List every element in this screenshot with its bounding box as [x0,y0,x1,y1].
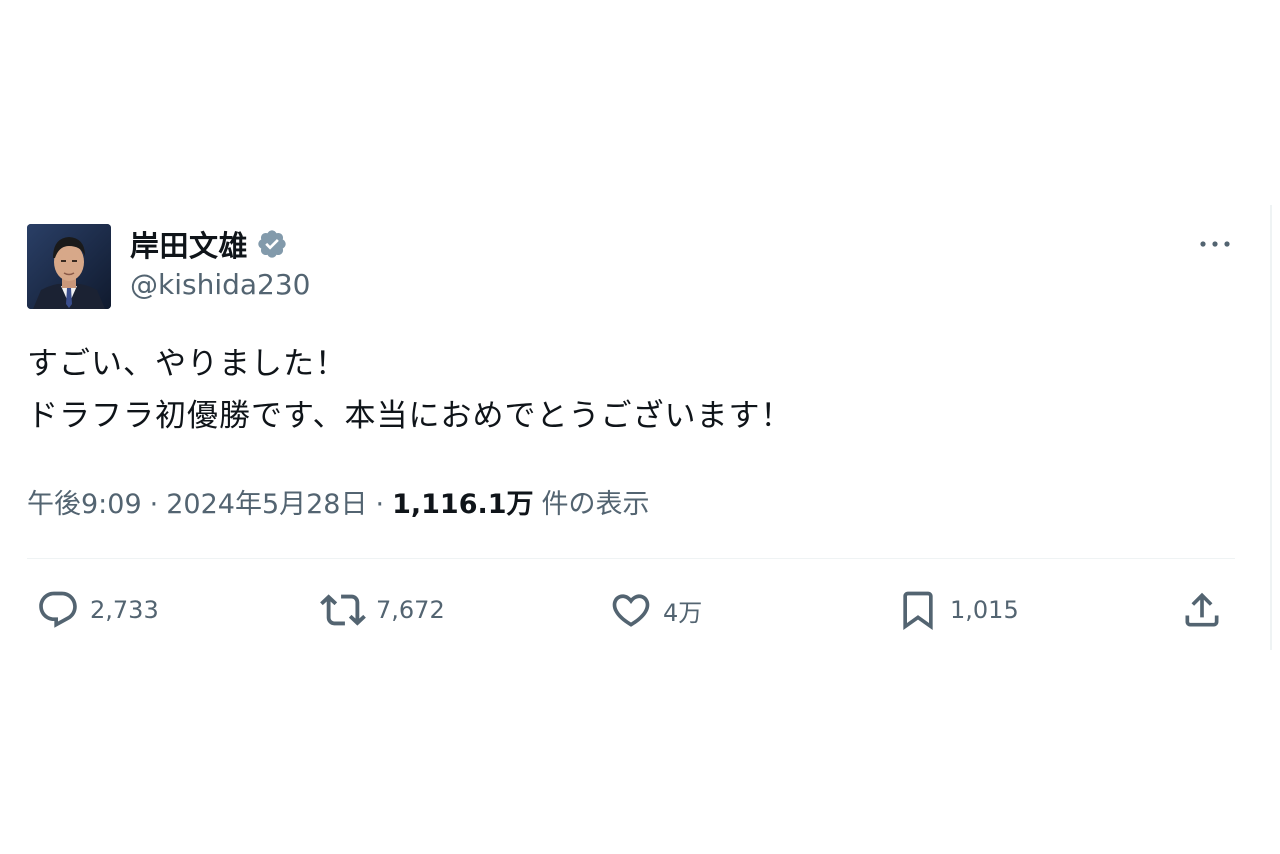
divider [27,558,1235,559]
meta-separator: · [149,489,159,520]
share-button[interactable] [1180,588,1224,632]
tweet-date[interactable]: 2024年5月28日 [166,482,367,521]
bookmark-button[interactable]: 1,015 [896,588,1019,632]
retweet-icon [320,594,366,626]
bookmark-icon [903,591,933,631]
display-name[interactable]: 岸田文雄 [130,223,248,265]
reply-icon [39,591,77,628]
tweet-text: すごい、やりました！ ドラフラ初優勝です、本当におめでとうございます！ [27,338,1227,442]
like-count: 4万 [663,598,703,627]
heart-icon [612,594,650,627]
tweet-text-line-1: すごい、やりました！ [27,346,347,382]
reply-count: 2,733 [90,596,159,624]
tweet-card: 岸田文雄 @kishida230 すごい、やりました！ ドラフラ初優勝です、本当… [0,0,1280,854]
share-icon [1185,592,1219,627]
views-label: 件の表示 [541,489,650,520]
more-icon[interactable] [1195,230,1235,258]
views-count: 1,116.1万 [392,489,534,520]
tweet-text-line-2: ドラフラ初優勝です、本当におめでとうございます！ [27,398,793,434]
avatar[interactable] [27,224,111,309]
display-name-row: 岸田文雄 [130,224,288,264]
like-button[interactable]: 4万 [609,588,702,632]
reply-button[interactable]: 2,733 [36,588,159,632]
retweet-button[interactable]: 7,672 [320,588,445,632]
verified-badge-icon [258,230,286,258]
handle[interactable]: @kishida230 [130,268,310,301]
tweet-time[interactable]: 午後9:09 [27,482,142,521]
tweet-meta: 午後9:09 · 2024年5月28日 · 1,116.1万 件の表示 [27,482,650,521]
retweet-count: 7,672 [376,596,445,624]
bookmark-count: 1,015 [950,596,1019,624]
meta-separator-2: · [375,489,385,520]
